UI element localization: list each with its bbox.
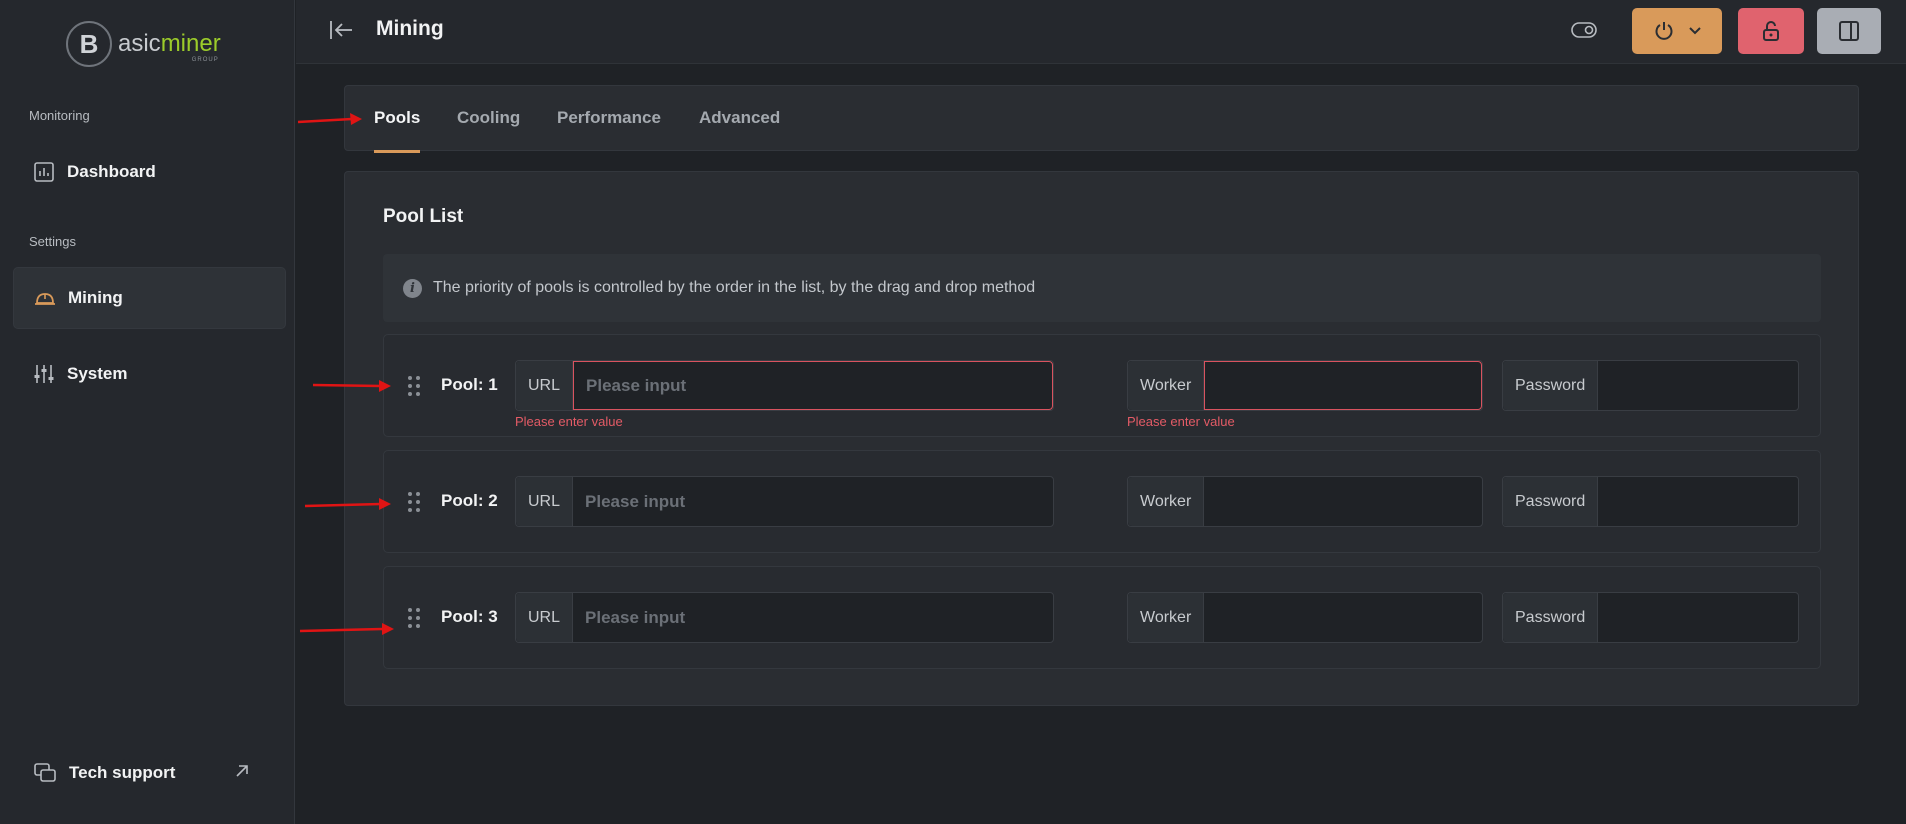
url-input[interactable] <box>573 361 1053 410</box>
pool-row-3[interactable]: Pool: 3 URL Worker Password <box>383 566 1850 669</box>
url-error: Please enter value <box>515 414 623 429</box>
url-field: URL <box>515 360 1054 411</box>
collapse-sidebar-icon[interactable] <box>328 19 354 41</box>
page-title: Mining <box>376 17 444 40</box>
info-icon: i <box>403 278 422 298</box>
password-label: Password <box>1503 361 1599 410</box>
password-field: Password <box>1502 476 1850 527</box>
hardhat-icon <box>35 293 55 305</box>
chevron-down-icon <box>1689 27 1701 35</box>
drag-handle-icon[interactable] <box>407 491 421 513</box>
tab-cooling[interactable]: Cooling <box>457 108 520 128</box>
unlock-button[interactable] <box>1738 8 1804 54</box>
url-label: URL <box>516 477 574 526</box>
url-label: URL <box>516 593 574 642</box>
logo-text: asicminer GROUP <box>118 30 221 63</box>
password-input[interactable] <box>1598 361 1850 410</box>
unlock-icon <box>1763 21 1779 41</box>
info-text: The priority of pools is controlled by t… <box>433 279 1036 296</box>
nav-section-monitoring: Monitoring <box>29 108 90 123</box>
pool-list-card: Pool List i The priority of pools is con… <box>344 171 1859 706</box>
chat-icon <box>34 763 56 782</box>
worker-input[interactable] <box>1204 361 1482 410</box>
password-label: Password <box>1503 477 1599 526</box>
url-label: URL <box>516 361 574 410</box>
sidebar-item-system[interactable]: System <box>13 343 286 405</box>
worker-field: Worker <box>1127 592 1483 643</box>
password-input[interactable] <box>1598 593 1850 642</box>
sidebar-item-dashboard[interactable]: Dashboard <box>13 141 286 203</box>
mining-tabs: Pools Cooling Performance Advanced <box>344 85 1859 153</box>
pool-label: Pool: 2 <box>441 491 498 510</box>
password-label: Password <box>1503 593 1599 642</box>
url-input[interactable] <box>573 593 1053 642</box>
pool-row-2[interactable]: Pool: 2 URL Worker Password <box>383 450 1850 553</box>
toggle-panel-button[interactable] <box>1817 8 1881 54</box>
sidebar: B asicminer GROUP Monitoring Dashboard S… <box>0 0 295 824</box>
sidebar-item-mining[interactable]: Mining <box>13 267 286 329</box>
pool-label: Pool: 3 <box>441 607 498 626</box>
worker-label: Worker <box>1128 593 1205 642</box>
sidebar-item-label: System <box>67 364 128 383</box>
logo[interactable]: B asicminer GROUP <box>66 18 226 70</box>
power-menu-button[interactable] <box>1632 8 1722 54</box>
drag-handle-icon[interactable] <box>407 375 421 397</box>
worker-field: Worker <box>1127 360 1483 411</box>
drag-handle-icon[interactable] <box>407 607 421 629</box>
worker-field: Worker <box>1127 476 1483 527</box>
worker-input[interactable] <box>1204 477 1482 526</box>
pool-list-title: Pool List <box>383 206 464 227</box>
sliders-icon <box>34 365 54 383</box>
worker-label: Worker <box>1128 477 1205 526</box>
annotation-arrow-icon <box>297 113 362 125</box>
url-field: URL <box>515 476 1054 527</box>
password-input[interactable] <box>1598 477 1850 526</box>
sidebar-item-label: Dashboard <box>67 162 156 181</box>
tab-pools[interactable]: Pools <box>374 108 421 153</box>
pool-label: Pool: 1 <box>441 375 498 394</box>
annotation-arrow-icon <box>299 623 394 635</box>
top-header: Mining <box>296 0 1906 64</box>
chart-icon <box>34 162 54 182</box>
url-input[interactable] <box>573 477 1053 526</box>
url-field: URL <box>515 592 1054 643</box>
sidebar-item-label: Tech support <box>69 763 176 782</box>
password-field: Password <box>1502 592 1850 643</box>
annotation-arrow-icon <box>304 498 391 510</box>
tab-advanced[interactable]: Advanced <box>699 108 780 128</box>
bitcoin-logo-icon: B <box>66 21 112 67</box>
power-icon <box>1655 22 1673 40</box>
sidebar-item-tech-support[interactable]: Tech support <box>13 742 286 804</box>
pool-row-1[interactable]: Pool: 1 URL Please enter value Worker Pl… <box>383 334 1850 437</box>
theme-toggle-icon[interactable] <box>1570 20 1598 40</box>
annotation-arrow-icon <box>312 380 391 392</box>
nav-section-settings: Settings <box>29 234 76 249</box>
worker-label: Worker <box>1128 361 1205 410</box>
side-panel-icon <box>1839 21 1859 41</box>
password-field: Password <box>1502 360 1850 411</box>
worker-input[interactable] <box>1204 593 1482 642</box>
tab-performance[interactable]: Performance <box>557 108 661 128</box>
external-link-icon <box>236 765 248 777</box>
sidebar-item-label: Mining <box>68 288 123 307</box>
worker-error: Please enter value <box>1127 414 1235 429</box>
info-banner: i The priority of pools is controlled by… <box>383 254 1821 322</box>
